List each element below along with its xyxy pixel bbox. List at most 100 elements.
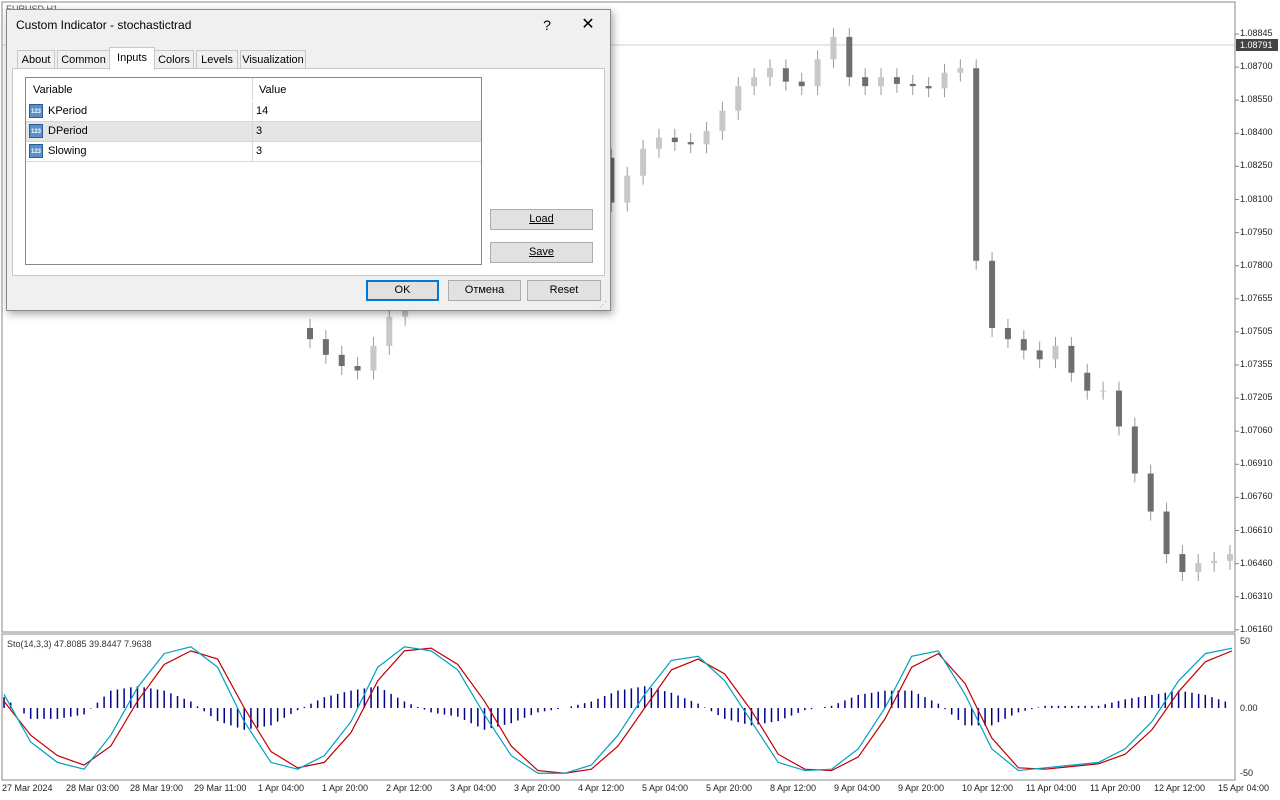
- price-axis-label: 1.07800: [1240, 259, 1273, 270]
- load-button[interactable]: Load: [490, 209, 593, 230]
- price-axis-label: 1.06310: [1240, 590, 1273, 601]
- candle-body: [1052, 345, 1059, 360]
- candle-body: [1131, 426, 1138, 474]
- price-axis-label: 1.07205: [1240, 392, 1273, 403]
- candle-body: [878, 77, 885, 87]
- load-button-label: Load: [529, 213, 554, 225]
- time-axis-label: 27 Mar 2024: [2, 783, 53, 793]
- table-row[interactable]: 123 Slowing 3: [26, 142, 481, 162]
- variable-name: KPeriod: [48, 105, 88, 117]
- candle-body: [703, 130, 710, 145]
- candle-body: [751, 77, 758, 87]
- tab-inputs[interactable]: Inputs: [109, 47, 155, 70]
- time-axis-label: 29 Mar 11:00: [194, 783, 247, 793]
- candle-body: [1211, 560, 1218, 564]
- price-axis-label: 1.08700: [1240, 61, 1273, 72]
- price-axis-label: 1.07355: [1240, 359, 1273, 369]
- candle-body: [957, 68, 964, 73]
- candle-body: [735, 86, 742, 111]
- table-row[interactable]: 123 DPeriod 3: [26, 122, 481, 142]
- price-axis-label: 1.06460: [1240, 557, 1273, 568]
- indicator-scale-zero: 0.00: [1240, 703, 1258, 713]
- time-axis-label: 4 Apr 12:00: [578, 783, 625, 793]
- price-axis-label: 1.06160: [1240, 623, 1273, 634]
- candle-body: [624, 175, 631, 203]
- candle-body: [354, 366, 361, 371]
- candle-body: [1084, 372, 1091, 391]
- time-axis-label: 1 Apr 20:00: [322, 783, 369, 793]
- time-axis-label: 12 Apr 12:00: [1154, 783, 1206, 793]
- price-axis-label: 1.08845: [1240, 28, 1273, 38]
- candle-body: [1227, 554, 1233, 561]
- candle-body: [989, 260, 996, 328]
- variable-value[interactable]: 3: [256, 145, 262, 157]
- tab-levels[interactable]: Levels: [196, 50, 238, 69]
- current-price-value: 1.08791: [1240, 40, 1273, 50]
- candle-body: [798, 81, 805, 87]
- time-axis-label: 2 Apr 12:00: [386, 783, 433, 793]
- candle-body: [1179, 554, 1186, 573]
- table-row[interactable]: 123 KPeriod 14: [26, 102, 481, 122]
- inputs-grid[interactable]: Variable Value 123 KPeriod 14 123 DPerio…: [25, 77, 482, 265]
- candle-body: [925, 86, 932, 89]
- indicator-scale-max: 50: [1240, 636, 1251, 646]
- time-axis-label: 11 Apr 20:00: [1090, 783, 1141, 793]
- time-axis-label: 8 Apr 12:00: [770, 783, 817, 793]
- column-header-value[interactable]: Value: [259, 78, 286, 100]
- variable-value[interactable]: 14: [256, 105, 268, 117]
- time-axis-label: 11 Apr 04:00: [1026, 783, 1077, 793]
- time-axis-label: 28 Mar 03:00: [66, 783, 120, 793]
- candle-body: [814, 59, 821, 87]
- tab-common[interactable]: Common: [57, 50, 110, 69]
- candle-body: [671, 137, 678, 143]
- help-button[interactable]: ?: [537, 14, 557, 36]
- close-icon[interactable]: ✕: [577, 14, 599, 36]
- cancel-button[interactable]: Отмена: [448, 280, 521, 301]
- custom-indicator-dialog[interactable]: Custom Indicator - stochastictrad ? ✕ Ab…: [6, 9, 611, 311]
- time-axis-label: 15 Apr 04:00: [1218, 783, 1270, 793]
- candle-body: [687, 142, 694, 145]
- cell-separator: [252, 102, 253, 121]
- candle-body: [893, 77, 900, 84]
- candle-body: [338, 354, 345, 367]
- time-axis-label: 10 Apr 12:00: [962, 783, 1014, 793]
- save-button[interactable]: Save: [490, 242, 593, 263]
- tab-about[interactable]: About: [17, 50, 55, 69]
- price-axis-label: 1.07505: [1240, 325, 1273, 336]
- candle-body: [370, 345, 377, 371]
- candle-body: [941, 72, 948, 89]
- price-axis-label: 1.08250: [1240, 160, 1273, 171]
- column-header-variable[interactable]: Variable: [33, 78, 73, 100]
- time-axis-label: 3 Apr 04:00: [450, 783, 497, 793]
- integer-type-icon: 123: [29, 104, 43, 118]
- cell-separator: [252, 122, 253, 141]
- variable-name: DPeriod: [48, 125, 88, 137]
- header-separator[interactable]: [252, 78, 253, 100]
- price-axis-label: 1.08100: [1240, 193, 1273, 204]
- candle-body: [1036, 350, 1043, 360]
- candle-body: [640, 148, 647, 176]
- indicator-scale-min: -50: [1240, 768, 1254, 778]
- price-axis-label: 1.06910: [1240, 458, 1273, 469]
- candle-body: [909, 83, 916, 87]
- tab-visualization[interactable]: Visualization: [240, 50, 306, 69]
- time-axis-label: 1 Apr 04:00: [258, 783, 305, 793]
- candle-body: [830, 36, 837, 60]
- price-axis-label: 1.08550: [1240, 94, 1273, 105]
- indicator-label: Sto(14,3,3) 47.8085 39.8447 7.9638: [7, 639, 152, 649]
- time-axis-label: 5 Apr 04:00: [642, 783, 689, 793]
- ok-button[interactable]: OK: [366, 280, 439, 301]
- candle-body: [1004, 327, 1011, 340]
- price-axis-label: 1.08400: [1240, 127, 1273, 138]
- price-axis-label: 1.06760: [1240, 491, 1273, 502]
- reset-button[interactable]: Reset: [527, 280, 601, 301]
- candle-body: [1068, 345, 1075, 373]
- candle-body: [1195, 563, 1202, 573]
- price-axis-label: 1.06610: [1240, 524, 1273, 535]
- variable-value[interactable]: 3: [256, 125, 262, 137]
- candle-body: [846, 36, 853, 78]
- price-axis-label: 1.07655: [1240, 292, 1273, 303]
- candle-body: [782, 68, 789, 82]
- resize-grip-icon[interactable]: ⋰: [599, 300, 607, 309]
- tab-colors[interactable]: Colors: [154, 50, 194, 69]
